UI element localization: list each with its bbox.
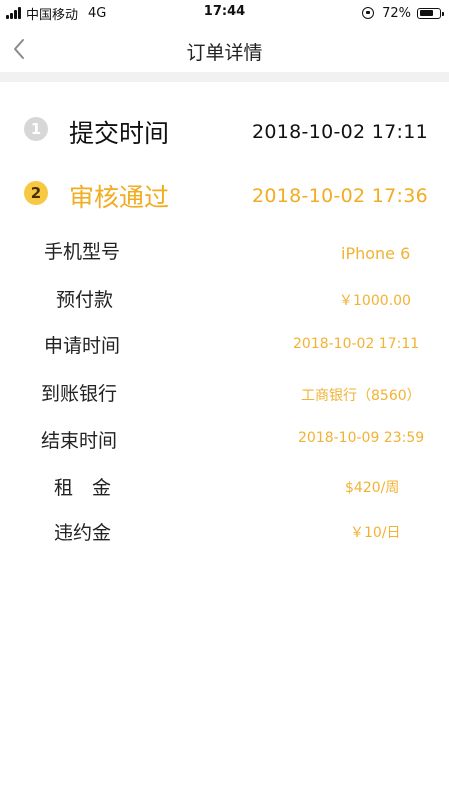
detail-value: iPhone 6 [341, 244, 411, 263]
detail-label: 预付款 [56, 289, 114, 311]
detail-value: ￥10/日 [350, 525, 401, 541]
detail-label: 手机型号 [44, 241, 121, 263]
detail-label: 结束时间 [41, 430, 118, 452]
detail-row-penalty: 违约金 ￥10/日 [0, 518, 449, 548]
detail-value: 2018-10-02 17:11 [293, 336, 420, 352]
step-submitted: 1 提交时间 2018-10-02 17:11 [0, 112, 449, 148]
status-bar: 中国移动 4G 17:44 72% [0, 0, 449, 26]
rotation-lock-icon [362, 7, 375, 19]
step-number-badge: 1 [24, 117, 48, 141]
detail-row-bank: 到账银行 工商银行（8560） [0, 379, 449, 409]
header-divider [0, 72, 449, 82]
battery-fill [419, 10, 433, 16]
detail-value: 2018-10-09 23:59 [298, 430, 425, 446]
detail-row-phone-model: 手机型号 iPhone 6 [0, 237, 449, 267]
status-bar-right: 72% [362, 4, 444, 22]
detail-value: 工商银行（8560） [301, 388, 421, 404]
detail-label: 申请时间 [44, 335, 121, 357]
detail-row-apply-time: 申请时间 2018-10-02 17:11 [0, 331, 449, 361]
detail-label: 违约金 [54, 522, 112, 544]
detail-row-rent: 租 金 $420/周 [0, 473, 449, 503]
detail-label: 到账银行 [41, 383, 118, 405]
step-number-badge: 2 [24, 181, 48, 205]
step-time: 2018-10-02 17:11 [251, 121, 428, 143]
nav-bar: 订单详情 [0, 26, 449, 72]
step-approved: 2 审核通过 2018-10-02 17:36 [0, 176, 449, 212]
detail-label: 租 金 [54, 477, 112, 499]
detail-value: ￥1000.00 [339, 293, 411, 309]
step-time: 2018-10-02 17:36 [251, 185, 428, 207]
battery-icon [417, 7, 444, 19]
detail-value: $420/周 [345, 480, 400, 496]
page-title: 订单详情 [186, 42, 263, 64]
detail-row-prepayment: 预付款 ￥1000.00 [0, 285, 449, 315]
battery-percentage: 72% [382, 5, 411, 21]
step-title: 审核通过 [69, 183, 170, 212]
step-title: 提交时间 [69, 119, 170, 148]
detail-row-end-time: 结束时间 2018-10-09 23:59 [0, 426, 449, 456]
